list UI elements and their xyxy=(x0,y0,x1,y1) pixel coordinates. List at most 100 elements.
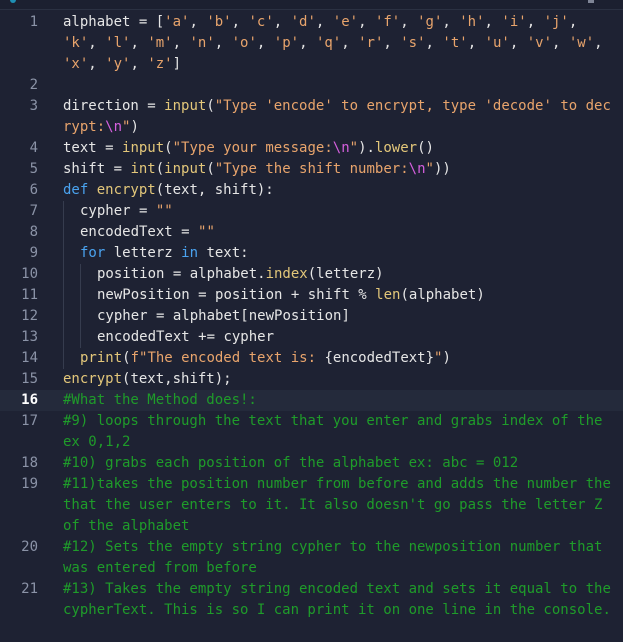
code-line[interactable]: 5 shift = int(input("Type the shift numbe… xyxy=(0,159,623,180)
token-op: = position + shift % xyxy=(198,287,376,303)
code-line[interactable]: 2 xyxy=(0,75,623,96)
token-str: 's' xyxy=(400,35,426,51)
token-str: " xyxy=(425,161,434,177)
token-op: = xyxy=(147,98,165,114)
code-line[interactable]: 15 encrypt(text,shift); xyxy=(0,369,623,390)
code-line[interactable]: 4 text = input("Type your message:\n").lo… xyxy=(0,138,623,159)
token-var: cypher xyxy=(97,308,157,324)
token-cm: #10) grabs each position of the alphabet… xyxy=(63,455,519,471)
horizontal-scrollbar-thumb[interactable] xyxy=(588,0,594,3)
code-text: direction = input("Type 'encode' to encr… xyxy=(38,96,623,138)
code-line[interactable]: 21 #13) Takes the empty string encoded te… xyxy=(0,579,623,621)
token-op: = [ xyxy=(138,14,165,30)
line-number: 2 xyxy=(29,77,38,93)
token-str: 'q' xyxy=(315,35,342,51)
token-op: , xyxy=(273,14,291,30)
indent-guide xyxy=(63,201,64,222)
indent-guide xyxy=(63,348,64,369)
token-op: ( xyxy=(164,140,173,156)
code-line[interactable]: 3 direction = input("Type 'encode' to enc… xyxy=(0,96,623,138)
line-number: 20 xyxy=(21,539,38,555)
token-cm: #12) Sets the empty string cypher to the… xyxy=(63,539,611,576)
code-text: encodedText = "" xyxy=(38,222,623,243)
token-str: "Type your message: xyxy=(172,140,333,156)
token-cm: #What the Method does!: xyxy=(63,392,257,408)
token-fn: input xyxy=(122,140,165,156)
code-line[interactable]: 14 print(f"The encoded text is: {encodedT… xyxy=(0,348,623,369)
token-op: (letterz) xyxy=(307,266,384,282)
line-number: 21 xyxy=(21,581,38,597)
token-var: cypher xyxy=(80,203,140,219)
token-cm: #11)takes the position number from befor… xyxy=(63,476,620,534)
token-esc: \n xyxy=(332,140,350,156)
code-text: text = input("Type your message:\n").low… xyxy=(38,138,623,159)
code-line[interactable]: 17 #9) loops through the text that you en… xyxy=(0,411,623,453)
token-str: 'r' xyxy=(358,35,384,51)
code-line[interactable]: 20 #12) Sets the empty string cypher to t… xyxy=(0,537,623,579)
code-line[interactable]: 13 encodedText += cypher xyxy=(0,327,623,348)
token-op: , xyxy=(425,35,443,51)
code-line[interactable]: 1 alphabet = ['a', 'b', 'c', 'd', 'e', 'f… xyxy=(0,12,623,75)
token-op: ] xyxy=(172,56,182,72)
line-number: 1 xyxy=(29,14,38,30)
code-line[interactable]: 6 def encrypt(text, shift): xyxy=(0,180,623,201)
token-op: , xyxy=(484,14,502,30)
token-op: = xyxy=(139,203,156,219)
token-var: encodedText xyxy=(97,329,199,345)
token-op: , xyxy=(509,35,527,51)
line-number: 8 xyxy=(29,224,38,240)
token-op: , xyxy=(88,35,106,51)
token-op: ( xyxy=(206,98,215,114)
token-op: ). xyxy=(358,140,375,156)
token-op: )) xyxy=(433,161,451,177)
token-str: 'k' xyxy=(63,35,89,51)
code-text: cypher = alphabet[newPosition] xyxy=(38,306,623,327)
token-kw: def xyxy=(63,182,97,198)
indent-guide xyxy=(80,327,81,348)
indent-guide xyxy=(63,306,64,327)
code-line[interactable]: 8 encodedText = "" xyxy=(0,222,623,243)
code-line[interactable]: 19 #11)takes the position number from bef… xyxy=(0,474,623,537)
code-text: print(f"The encoded text is: {encodedTex… xyxy=(38,348,623,369)
token-op: , xyxy=(231,14,249,30)
token-fn: len xyxy=(375,287,401,303)
code-editor[interactable]: 1 alphabet = ['a', 'b', 'c', 'd', 'e', 'f… xyxy=(0,12,623,621)
token-fn: input xyxy=(164,98,207,114)
code-text: #13) Takes the empty string encoded text… xyxy=(38,579,623,621)
code-line[interactable]: 11 newPosition = position + shift % len(a… xyxy=(0,285,623,306)
token-op: (alphabet) xyxy=(400,287,485,303)
indent-guide xyxy=(80,264,81,285)
code-line[interactable]: 9 for letterz in text: xyxy=(0,243,623,264)
token-op: , xyxy=(568,14,586,30)
code-line[interactable]: 10 position = alphabet.index(letterz) xyxy=(0,264,623,285)
token-var: shift xyxy=(63,161,114,177)
token-str: 'o' xyxy=(231,35,257,51)
code-text: #What the Method does!: xyxy=(38,390,623,411)
token-var: newPosition xyxy=(97,287,199,303)
line-number: 13 xyxy=(21,329,38,345)
token-op: , xyxy=(189,14,207,30)
token-str: 'v' xyxy=(526,35,553,51)
token-str: 'l' xyxy=(105,35,131,51)
code-line[interactable]: 16 #What the Method does!: xyxy=(0,390,623,411)
token-op: , xyxy=(214,35,232,51)
token-esc: \n xyxy=(105,119,123,135)
token-str: 'x' xyxy=(63,56,89,72)
indent-guide xyxy=(63,327,64,348)
token-str: "Type the shift number: xyxy=(214,161,409,177)
code-line[interactable]: 12 cypher = alphabet[newPosition] xyxy=(0,306,623,327)
code-line[interactable]: 18 #10) grabs each position of the alphab… xyxy=(0,453,623,474)
token-op: , xyxy=(552,35,569,51)
line-number: 10 xyxy=(21,266,38,282)
token-op: ( xyxy=(206,161,215,177)
token-op: , xyxy=(526,14,544,30)
token-str: 'n' xyxy=(189,35,215,51)
indent-guide xyxy=(80,285,81,306)
code-line[interactable]: 7 cypher = "" xyxy=(0,201,623,222)
token-op: = alphabet[newPosition] xyxy=(156,308,350,324)
token-str: 'i' xyxy=(501,14,527,30)
token-fn: int xyxy=(130,161,156,177)
token-kw: for xyxy=(80,245,114,261)
token-op: = xyxy=(105,140,123,156)
token-fn: input xyxy=(164,161,207,177)
